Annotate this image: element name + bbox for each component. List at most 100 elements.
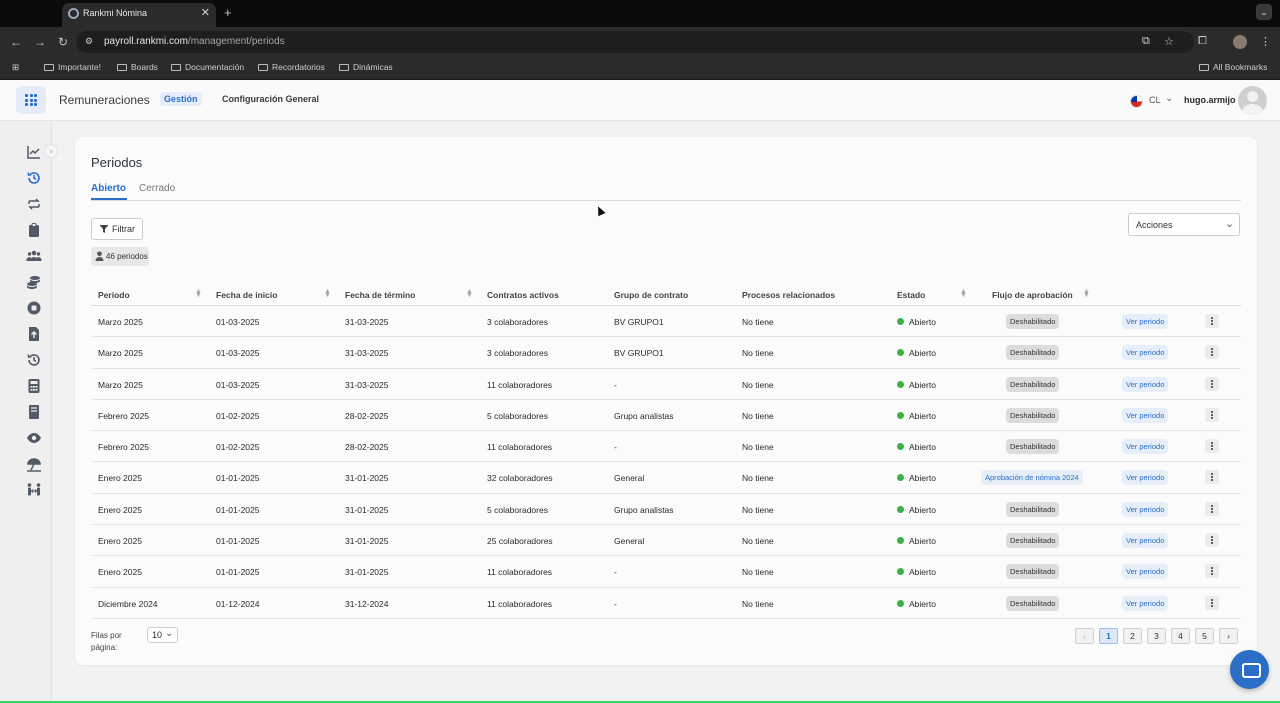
address-bar[interactable]: ⚙ payroll.rankmi.com/management/periods … [76, 31, 1194, 53]
tab-cerrado[interactable]: Cerrado [139, 183, 175, 194]
ver-periodo-link[interactable]: Ver periodo [1122, 314, 1169, 329]
extensions-icon[interactable]: ⧠ [1198, 35, 1207, 48]
bookmark-star-icon[interactable]: ☆ [1164, 35, 1174, 48]
nav-gestion[interactable]: Gestión [160, 92, 202, 106]
kebab-menu-icon[interactable] [1205, 439, 1219, 454]
pagination-page[interactable]: 4 [1171, 628, 1190, 644]
kebab-menu-icon[interactable] [1205, 345, 1219, 360]
all-bookmarks[interactable]: All Bookmarks [1199, 62, 1267, 72]
eye-icon[interactable] [26, 430, 42, 446]
kebab-menu-icon[interactable] [1205, 564, 1219, 579]
user-avatar[interactable] [1238, 86, 1267, 115]
install-app-icon[interactable]: ⧉ [1142, 35, 1150, 48]
history-icon[interactable] [26, 170, 42, 186]
sort-icon[interactable]: ▲ ▼ [960, 288, 967, 299]
kebab-menu-icon[interactable] [1205, 595, 1219, 610]
username[interactable]: hugo.armijo [1184, 95, 1236, 105]
rows-per-page-select[interactable]: 10 ⌄ [147, 627, 178, 643]
tab-title: Rankmi Nómina [83, 8, 148, 18]
cell-estado: Abierto [909, 473, 936, 484]
sort-icon[interactable]: ▲ ▼ [324, 288, 331, 299]
chile-flag-icon[interactable] [1130, 95, 1143, 108]
pagination-page[interactable]: 5 [1195, 628, 1214, 644]
column-header-estado[interactable]: Estado [897, 290, 925, 300]
site-info-icon[interactable]: ⚙ [85, 36, 93, 47]
ver-periodo-link[interactable]: Ver periodo [1122, 376, 1169, 392]
column-header-flujo[interactable]: Flujo de aprobación [992, 290, 1073, 300]
ver-periodo-link[interactable]: Ver periodo [1122, 533, 1169, 549]
acciones-dropdown[interactable]: Acciones ⌄ [1128, 213, 1240, 236]
column-header-fecha-termino[interactable]: Fecha de término [345, 290, 415, 300]
ver-periodo-link[interactable]: Ver periodo [1122, 595, 1169, 611]
chevron-down-icon[interactable]: ⌄ [1165, 93, 1173, 104]
ver-periodo-link[interactable]: Ver periodo [1122, 345, 1169, 361]
kebab-menu-icon[interactable] [1205, 407, 1219, 422]
sort-icon[interactable]: ▲ ▼ [466, 288, 473, 299]
column-header-periodo[interactable]: Periodo [98, 290, 130, 300]
bookmark-folder[interactable]: Importante! [44, 62, 101, 72]
people-arrows-icon[interactable] [26, 482, 42, 498]
filter-button[interactable]: Filtrar [91, 218, 143, 240]
periods-card: Periodos Abierto Cerrado Filtrar 46 peri… [75, 137, 1257, 665]
nav-configuracion-general[interactable]: Configuración General [222, 94, 319, 104]
bookmark-folder[interactable]: Boards [117, 62, 158, 72]
bookmark-folder[interactable]: Recordatorios [258, 62, 325, 72]
book-icon[interactable] [26, 404, 42, 420]
cell-termino: 31-03-2025 [345, 348, 389, 359]
cell-termino: 31-12-2024 [345, 598, 389, 609]
kebab-menu-icon[interactable] [1205, 533, 1219, 548]
tab-close-icon[interactable]: ✕ [201, 6, 210, 19]
sort-icon[interactable]: ▲ ▼ [195, 288, 202, 299]
ver-periodo-link[interactable]: Ver periodo [1122, 564, 1169, 580]
upload-file-icon[interactable] [26, 326, 42, 342]
apps-grid-icon[interactable]: ⊞ [12, 62, 19, 73]
status-dot-icon [897, 443, 904, 451]
tab-search-chevron-icon[interactable]: ⌄ [1256, 4, 1272, 20]
cell-estado: Abierto [909, 317, 936, 327]
history-icon[interactable] [26, 352, 42, 368]
country-selector[interactable]: CL [1149, 95, 1161, 105]
sort-icon[interactable]: ▲ ▼ [1083, 288, 1090, 299]
ver-periodo-link[interactable]: Ver periodo [1122, 501, 1169, 517]
reload-icon[interactable]: ↻ [58, 35, 68, 49]
cell-periodo: Enero 2025 [98, 536, 142, 547]
tab-abierto[interactable]: Abierto [91, 183, 126, 194]
pagination-page[interactable]: 3 [1147, 628, 1166, 644]
pagination-next-icon[interactable]: › [1219, 628, 1238, 644]
ver-periodo-link[interactable]: Ver periodo [1122, 470, 1169, 486]
kebab-menu-icon[interactable] [1205, 376, 1219, 391]
clipboard-icon[interactable] [26, 222, 42, 238]
app-launcher-button[interactable] [16, 86, 46, 114]
back-arrow-icon[interactable]: ← [10, 35, 22, 49]
column-header-procesos: Procesos relacionados [742, 290, 836, 300]
cell-estado: Abierto [909, 504, 936, 515]
forward-arrow-icon[interactable]: → [34, 35, 46, 49]
column-header-fecha-inicio[interactable]: Fecha de inicio [216, 290, 277, 300]
users-icon[interactable] [26, 248, 42, 264]
pagination-page[interactable]: 2 [1123, 628, 1142, 644]
ver-periodo-link[interactable]: Ver periodo [1122, 439, 1169, 455]
kebab-menu-icon[interactable] [1205, 470, 1219, 485]
beach-icon[interactable] [26, 456, 42, 472]
pagination-prev-icon[interactable]: ‹ [1075, 628, 1094, 644]
sidebar-expand-icon[interactable]: › [44, 144, 58, 158]
browser-profile-avatar[interactable] [1233, 35, 1247, 49]
kebab-menu-icon[interactable] [1205, 501, 1219, 516]
approval-flow-badge[interactable]: Aprobación de nómina 2024 [981, 470, 1083, 486]
bookmark-folder[interactable]: Documentación [171, 62, 244, 72]
periods-count-badge: 46 periodos [91, 247, 149, 266]
browser-tab[interactable]: Rankmi Nómina ✕ [62, 3, 216, 27]
pagination-page[interactable]: 1 [1099, 628, 1118, 644]
ver-periodo-link[interactable]: Ver periodo [1122, 407, 1169, 423]
chart-line-icon[interactable] [26, 144, 42, 160]
bookmark-folder[interactable]: Dinámicas [339, 62, 393, 72]
browser-menu-icon[interactable]: ⋮ [1260, 35, 1271, 48]
url-text[interactable]: payroll.rankmi.com/management/periods [104, 36, 285, 47]
calculator-icon[interactable] [26, 378, 42, 394]
kebab-menu-icon[interactable] [1205, 314, 1219, 328]
stop-circle-icon[interactable] [26, 300, 42, 316]
chat-support-icon[interactable] [1230, 650, 1269, 689]
coins-icon[interactable] [26, 274, 42, 290]
arrows-exchange-icon[interactable] [26, 196, 42, 212]
new-tab-icon[interactable]: + [224, 5, 232, 20]
